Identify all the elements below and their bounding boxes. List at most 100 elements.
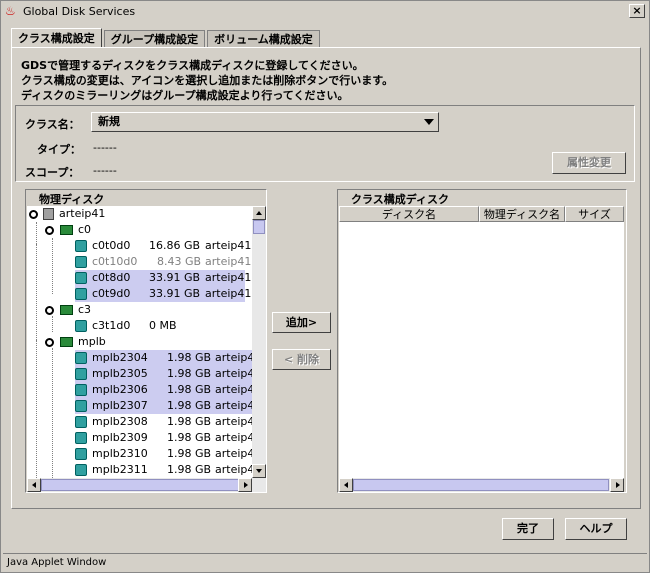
tree-node-disk[interactable]: c0t10d0 8.43 GB arteip41 <box>75 254 251 270</box>
expand-toggle-icon[interactable] <box>45 338 54 347</box>
expand-toggle-icon[interactable] <box>45 226 54 235</box>
tree-node-disk[interactable]: mplb2311 1.98 GBarteip41 <box>75 462 255 478</box>
disk-icon <box>75 448 87 460</box>
class-disk-title: クラス構成ディスク <box>351 193 450 206</box>
class-disk-table[interactable]: ディスク名 物理ディスク名 サイズ <box>339 206 624 478</box>
scroll-left-button[interactable] <box>27 478 41 492</box>
scroll-thumb[interactable] <box>41 479 239 491</box>
tree-node-controller[interactable]: c3 <box>60 302 91 318</box>
disk-size: 1.98 GB <box>167 447 212 460</box>
disk-size: 1.98 GB <box>167 367 212 380</box>
description-line: ディスクのミラーリングはグループ構成設定より行ってください。 <box>21 89 349 102</box>
controller-name: mplb <box>78 335 106 348</box>
controller-icon <box>60 225 73 235</box>
tree-node-disk[interactable]: mplb2305 1.98 GBarteip41 <box>75 366 255 382</box>
tab-volume-config[interactable]: ボリューム構成設定 <box>207 30 320 48</box>
column-header-disk-name[interactable]: ディスク名 <box>339 206 479 222</box>
disk-icon <box>75 368 87 380</box>
disk-host: arteip41 <box>215 351 255 364</box>
disk-host: arteip41 <box>205 271 252 284</box>
tree-node-disk[interactable]: c3t1d0 0 MB <box>75 318 245 334</box>
tree-node-disk[interactable]: c0t8d0 33.91 GB arteip41 <box>75 270 251 286</box>
tab-class-config[interactable]: クラス構成設定 <box>11 28 102 48</box>
tab-bar: クラス構成設定 グループ構成設定 ボリューム構成設定 <box>11 28 322 48</box>
column-header-physical-disk[interactable]: 物理ディスク名 <box>479 206 565 222</box>
scroll-up-button[interactable] <box>252 206 266 220</box>
help-button[interactable]: ヘルプ <box>565 518 627 540</box>
disk-size: 1.98 GB <box>167 431 212 444</box>
disk-name: mplb2306 <box>92 383 148 396</box>
tree-vertical-scrollbar[interactable] <box>252 206 266 478</box>
controller-name: c3 <box>78 303 92 316</box>
expand-toggle-icon[interactable] <box>45 306 54 315</box>
scroll-right-button[interactable] <box>610 478 624 492</box>
scroll-left-button[interactable] <box>339 478 353 492</box>
remove-button[interactable]: < 削除 <box>272 349 331 370</box>
tab-group-config[interactable]: グループ構成設定 <box>103 30 206 48</box>
arrow-down-icon <box>256 469 262 473</box>
controller-icon <box>60 305 73 315</box>
attribute-change-button[interactable]: 属性変更 <box>552 152 626 174</box>
disk-icon <box>75 352 87 364</box>
disk-name: mplb2310 <box>92 447 148 460</box>
type-label: タイプ： <box>37 143 81 156</box>
column-header-size[interactable]: サイズ <box>565 206 624 222</box>
tree-node-host[interactable]: arteip41 <box>43 206 105 222</box>
disk-name: mplb2304 <box>92 351 148 364</box>
finish-button[interactable]: 完了 <box>502 518 554 540</box>
tree-node-controller[interactable]: mplb <box>60 334 106 350</box>
host-name: arteip41 <box>59 207 106 220</box>
disk-name: c0t8d0 <box>92 271 131 284</box>
scroll-down-button[interactable] <box>252 464 266 478</box>
disk-name: c0t9d0 <box>92 287 131 300</box>
disk-size: 1.98 GB <box>167 415 212 428</box>
disk-host: arteip41 <box>205 239 252 252</box>
tree-node-disk[interactable]: mplb2309 1.98 GBarteip41 <box>75 430 255 446</box>
tree-node-disk[interactable]: mplb2307 1.98 GBarteip41 <box>75 398 255 414</box>
disk-icon <box>75 288 87 300</box>
status-bar: Java Applet Window <box>3 553 647 571</box>
server-icon <box>43 208 54 220</box>
controller-icon <box>60 337 73 347</box>
description: GDSで管理するディスクをクラス構成ディスクに登録してください。 クラス構成の変… <box>21 58 393 103</box>
disk-icon <box>75 432 87 444</box>
disk-icon <box>75 464 87 476</box>
tree-node-disk[interactable]: mplb2306 1.98 GBarteip41 <box>75 382 255 398</box>
physical-disk-tree[interactable]: arteip41 c0 c0t0d0 16.86 GB arteip41 c0t10… <box>27 206 255 478</box>
window-title: Global Disk Services <box>23 4 136 18</box>
disk-host: arteip41 <box>215 431 255 444</box>
disk-name: mplb2308 <box>92 415 148 428</box>
disk-host: arteip41 <box>215 367 255 380</box>
disk-host: arteip41 <box>215 447 255 460</box>
scroll-thumb[interactable] <box>353 479 609 491</box>
expand-toggle-icon[interactable] <box>29 210 38 219</box>
tree-node-disk[interactable]: mplb2308 1.98 GBarteip41 <box>75 414 255 430</box>
description-line: GDSで管理するディスクをクラス構成ディスクに登録してください。 <box>21 59 364 72</box>
disk-icon <box>75 320 87 332</box>
tree-node-disk[interactable]: c0t9d0 33.91 GB arteip41 <box>75 286 251 302</box>
type-value: ------ <box>93 141 117 154</box>
arrow-right-icon <box>616 482 620 488</box>
disk-icon <box>75 400 87 412</box>
disk-name: c3t1d0 <box>92 319 131 332</box>
tree-node-disk[interactable]: mplb2304 1.98 GBarteip41 <box>75 350 255 366</box>
tree-node-disk[interactable]: mplb2310 1.98 GBarteip41 <box>75 446 255 462</box>
arrow-left-icon <box>344 482 348 488</box>
class-name-select[interactable]: 新規 <box>91 112 439 132</box>
disk-size: 1.98 GB <box>167 383 212 396</box>
disk-host: arteip41 <box>205 255 252 268</box>
add-button[interactable]: 追加> <box>272 312 331 333</box>
disk-name: c0t10d0 <box>92 255 138 268</box>
scroll-right-button[interactable] <box>238 478 252 492</box>
description-line: クラス構成の変更は、アイコンを選択し追加または削除ボタンで行います。 <box>21 74 394 87</box>
disk-name: mplb2309 <box>92 431 148 444</box>
class-name-label: クラス名： <box>25 118 80 131</box>
class-name-value: 新規 <box>98 115 120 128</box>
scroll-thumb[interactable] <box>253 220 265 234</box>
tree-node-disk[interactable]: c0t0d0 16.86 GB arteip41 <box>75 238 251 254</box>
scope-label: スコープ： <box>25 166 80 179</box>
tree-node-controller[interactable]: c0 <box>60 222 91 238</box>
disk-name: mplb2307 <box>92 399 148 412</box>
title-bar: ♨ Global Disk Services × <box>1 1 649 21</box>
close-button[interactable]: × <box>629 4 645 18</box>
